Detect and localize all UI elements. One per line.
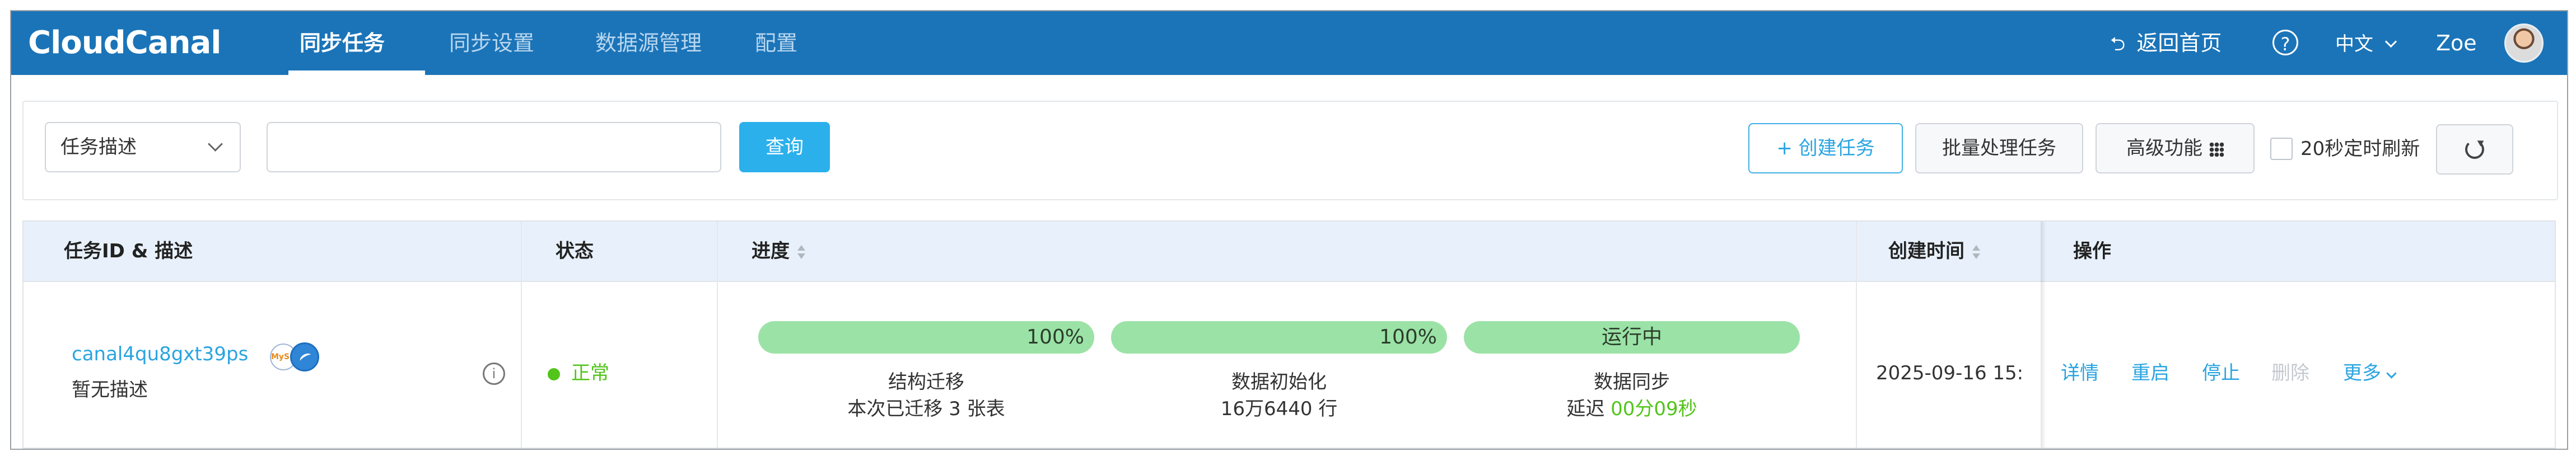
advanced-features-button[interactable]: 高级功能 — [2096, 123, 2255, 173]
header-task-id: 任务ID & 描述 — [64, 240, 193, 262]
column-divider — [1856, 222, 1857, 448]
back-home-link[interactable]: ⮌ 返回首页 — [2110, 11, 2222, 75]
init-title: 数据初始化 — [1231, 371, 1327, 393]
structure-detail: 本次已迁移 3 张表 — [847, 398, 1005, 420]
chevron-down-icon — [2384, 35, 2397, 48]
batch-process-button[interactable]: 批量处理任务 — [1915, 123, 2083, 173]
header-progress[interactable]: 进度 — [752, 222, 805, 281]
header-created-label: 创建时间 — [1888, 240, 1964, 262]
column-divider — [521, 222, 522, 448]
header-actions: 操作 — [2073, 240, 2111, 262]
structure-title: 结构迁移 — [888, 371, 964, 393]
action-restart[interactable]: 重启 — [2131, 360, 2169, 386]
active-tab-indicator — [288, 70, 425, 75]
status-dot-icon — [548, 368, 560, 380]
top-navbar: CloudCanal 同步任务 同步设置 数据源管理 配置 ⮌ 返回首页 ? 中… — [11, 11, 2567, 75]
init-progress-bar: 100% — [1111, 321, 1447, 354]
grid-icon — [2209, 142, 2224, 157]
auto-refresh-label[interactable]: 20秒定时刷新 — [2300, 132, 2420, 166]
refresh-icon — [2465, 140, 2484, 159]
sync-delay-value: 00分09秒 — [1611, 398, 1697, 420]
action-more-label: 更多 — [2343, 362, 2381, 384]
sync-detail: 延迟 00分09秒 — [1464, 396, 1800, 422]
status-badge: 正常 — [571, 362, 609, 384]
chevron-down-icon — [2386, 368, 2397, 379]
sort-icon — [1972, 244, 1980, 260]
info-icon[interactable]: i — [483, 363, 505, 385]
init-progress-value: 100% — [1379, 326, 1437, 349]
column-divider — [717, 222, 718, 448]
query-button[interactable]: 查询 — [739, 122, 830, 172]
nav-tab-datasource-management[interactable]: 数据源管理 — [595, 11, 702, 75]
auto-refresh-checkbox[interactable] — [2270, 138, 2293, 160]
return-arrow-icon: ⮌ — [2110, 33, 2126, 55]
refresh-button[interactable] — [2436, 124, 2513, 175]
fixed-column-shadow — [2041, 222, 2046, 448]
app-window: CloudCanal 同步任务 同步设置 数据源管理 配置 ⮌ 返回首页 ? 中… — [10, 10, 2568, 450]
sync-progress-bar: 运行中 — [1464, 321, 1800, 354]
task-id-link[interactable]: canal4qu8gxt39ps — [72, 341, 248, 367]
header-progress-label: 进度 — [752, 240, 790, 262]
created-time: 2025-09-16 15:2 — [1876, 362, 2023, 384]
target-db-icon — [290, 342, 319, 371]
action-delete: 删除 — [2271, 362, 2309, 384]
logo-text: CloudCanal — [28, 25, 221, 61]
action-more[interactable]: 更多 — [2343, 360, 2397, 386]
sort-icon — [797, 244, 805, 260]
search-input[interactable] — [267, 122, 721, 172]
chevron-down-icon — [208, 137, 223, 152]
action-stop[interactable]: 停止 — [2202, 360, 2240, 386]
language-switcher[interactable]: 中文 — [2335, 11, 2397, 75]
task-description: 暂无描述 — [72, 379, 148, 401]
sync-status-value: 运行中 — [1601, 326, 1662, 349]
help-icon[interactable]: ? — [2272, 30, 2298, 55]
header-status: 状态 — [556, 240, 594, 262]
nav-tab-sync-tasks[interactable]: 同步任务 — [300, 11, 385, 75]
search-field-select[interactable]: 任务描述 — [45, 122, 241, 172]
structure-progress-bar: 100% — [758, 321, 1094, 354]
language-label: 中文 — [2335, 33, 2373, 55]
sync-title: 数据同步 — [1594, 371, 1670, 393]
action-details[interactable]: 详情 — [2061, 360, 2099, 386]
nav-tab-config[interactable]: 配置 — [755, 11, 797, 75]
nav-tab-sync-settings[interactable]: 同步设置 — [449, 11, 534, 75]
table-header: 任务ID & 描述 状态 进度 创建时间 操作 — [24, 222, 2555, 282]
header-created-time[interactable]: 创建时间 — [1888, 222, 1980, 281]
create-task-button[interactable]: + 创建任务 — [1748, 123, 1903, 173]
cloudcanal-logo[interactable]: CloudCanal — [28, 21, 221, 65]
advanced-features-label: 高级功能 — [2126, 137, 2202, 159]
user-name[interactable]: Zoe — [2436, 11, 2477, 75]
sync-delay-prefix: 延迟 — [1566, 398, 1611, 420]
init-detail: 16万6440 行 — [1220, 398, 1338, 420]
structure-progress-value: 100% — [1026, 326, 1084, 349]
avatar[interactable] — [2504, 23, 2544, 63]
search-field-select-value: 任务描述 — [60, 136, 137, 158]
back-home-label: 返回首页 — [2136, 31, 2222, 55]
